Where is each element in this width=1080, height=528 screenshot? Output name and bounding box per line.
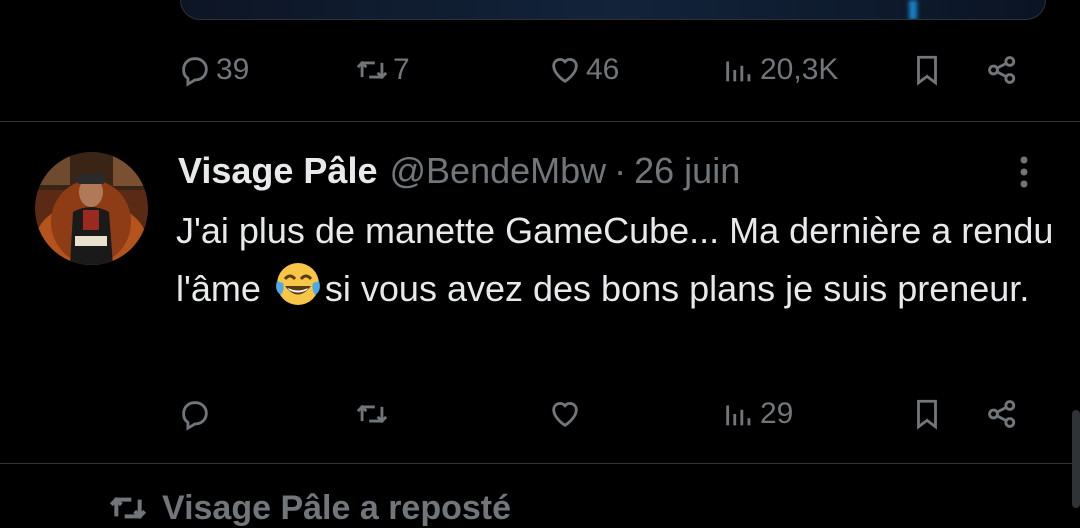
like-button[interactable]: 46 [548, 45, 619, 95]
more-vertical-icon [1020, 156, 1028, 188]
bookmark-icon [917, 399, 937, 430]
repost-label: Visage Pâle a reposté [162, 488, 512, 527]
share-button[interactable] [985, 389, 1019, 439]
repost-icon [356, 60, 388, 80]
author-name[interactable]: Visage Pâle [178, 150, 377, 192]
tweet-header: Visage Pâle @BendeMbw · 26 juin [178, 148, 740, 194]
repost-header[interactable]: Visage Pâle a reposté [108, 488, 511, 528]
repost-button[interactable] [355, 389, 389, 439]
views-count: 20,3K [760, 53, 839, 86]
repost-icon [109, 496, 147, 520]
tweet-actions: 29 [0, 389, 1080, 439]
bookmark-button[interactable] [910, 389, 944, 439]
tweet-text-part2: si vous avez des bons plans je suis pren… [324, 268, 1030, 309]
heart-icon [552, 58, 578, 84]
reply-icon [182, 57, 208, 87]
avatar-image [35, 152, 148, 265]
divider [0, 121, 1080, 122]
author-handle[interactable]: @BendeMbw [389, 150, 606, 192]
bookmark-icon [917, 55, 937, 86]
views-button[interactable]: 20,3K [722, 45, 838, 95]
views-icon [726, 405, 751, 426]
media-glow [909, 0, 917, 19]
share-icon [988, 56, 1016, 84]
face-with-tears-of-joy-icon [276, 263, 320, 305]
bookmark-button[interactable] [910, 45, 944, 95]
reply-icon [182, 401, 208, 431]
repost-button[interactable]: 7 [355, 45, 410, 95]
tweet-text: J'ai plus de manette GameCube... Ma dern… [176, 203, 1056, 317]
reply-button[interactable]: 39 [178, 45, 249, 95]
previous-tweet-actions: 39 7 46 20,3K [0, 45, 1080, 95]
views-icon [726, 61, 751, 82]
like-count: 46 [586, 53, 620, 86]
like-button[interactable] [548, 389, 582, 439]
previous-tweet-media[interactable] [180, 0, 1046, 20]
repost-count: 7 [393, 53, 410, 86]
views-button[interactable]: 29 [722, 389, 793, 439]
reply-button[interactable] [178, 389, 212, 439]
scrollbar[interactable] [1072, 410, 1080, 508]
share-button[interactable] [985, 45, 1019, 95]
heart-icon [552, 402, 578, 428]
reply-count: 39 [216, 53, 250, 86]
divider [0, 463, 1080, 464]
separator-dot: · [614, 150, 627, 191]
share-icon [988, 400, 1016, 428]
tweet-date[interactable]: 26 juin [634, 150, 740, 192]
views-count: 29 [760, 397, 794, 430]
avatar[interactable] [35, 152, 148, 265]
repost-icon [356, 404, 388, 424]
more-options-button[interactable] [1004, 152, 1044, 192]
